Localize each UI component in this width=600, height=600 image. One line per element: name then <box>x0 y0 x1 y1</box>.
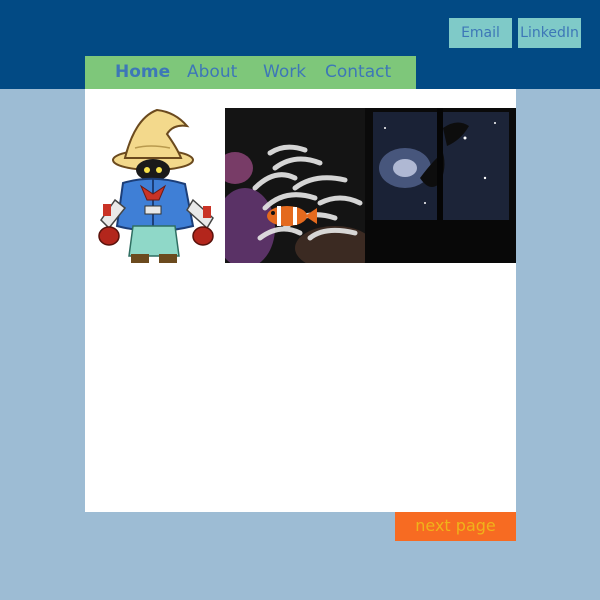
page: Email LinkedIn Home About Work Contact n… <box>0 0 600 600</box>
space-galaxy-window-image[interactable] <box>365 108 516 263</box>
nav-contact-link[interactable]: Contact <box>325 56 391 89</box>
nav-home-link[interactable]: Home <box>115 56 170 89</box>
nav-work-link[interactable]: Work <box>263 56 306 89</box>
email-button[interactable]: Email <box>449 18 512 48</box>
nav-about-link[interactable]: About <box>187 56 237 89</box>
black-mage-character-image[interactable] <box>95 108 225 263</box>
clownfish-anemone-image[interactable] <box>225 108 365 263</box>
next-page-button[interactable]: next page <box>395 512 516 541</box>
content-panel <box>85 89 516 512</box>
linkedin-button[interactable]: LinkedIn <box>518 18 581 48</box>
main-nav: Home About Work Contact <box>85 56 416 89</box>
